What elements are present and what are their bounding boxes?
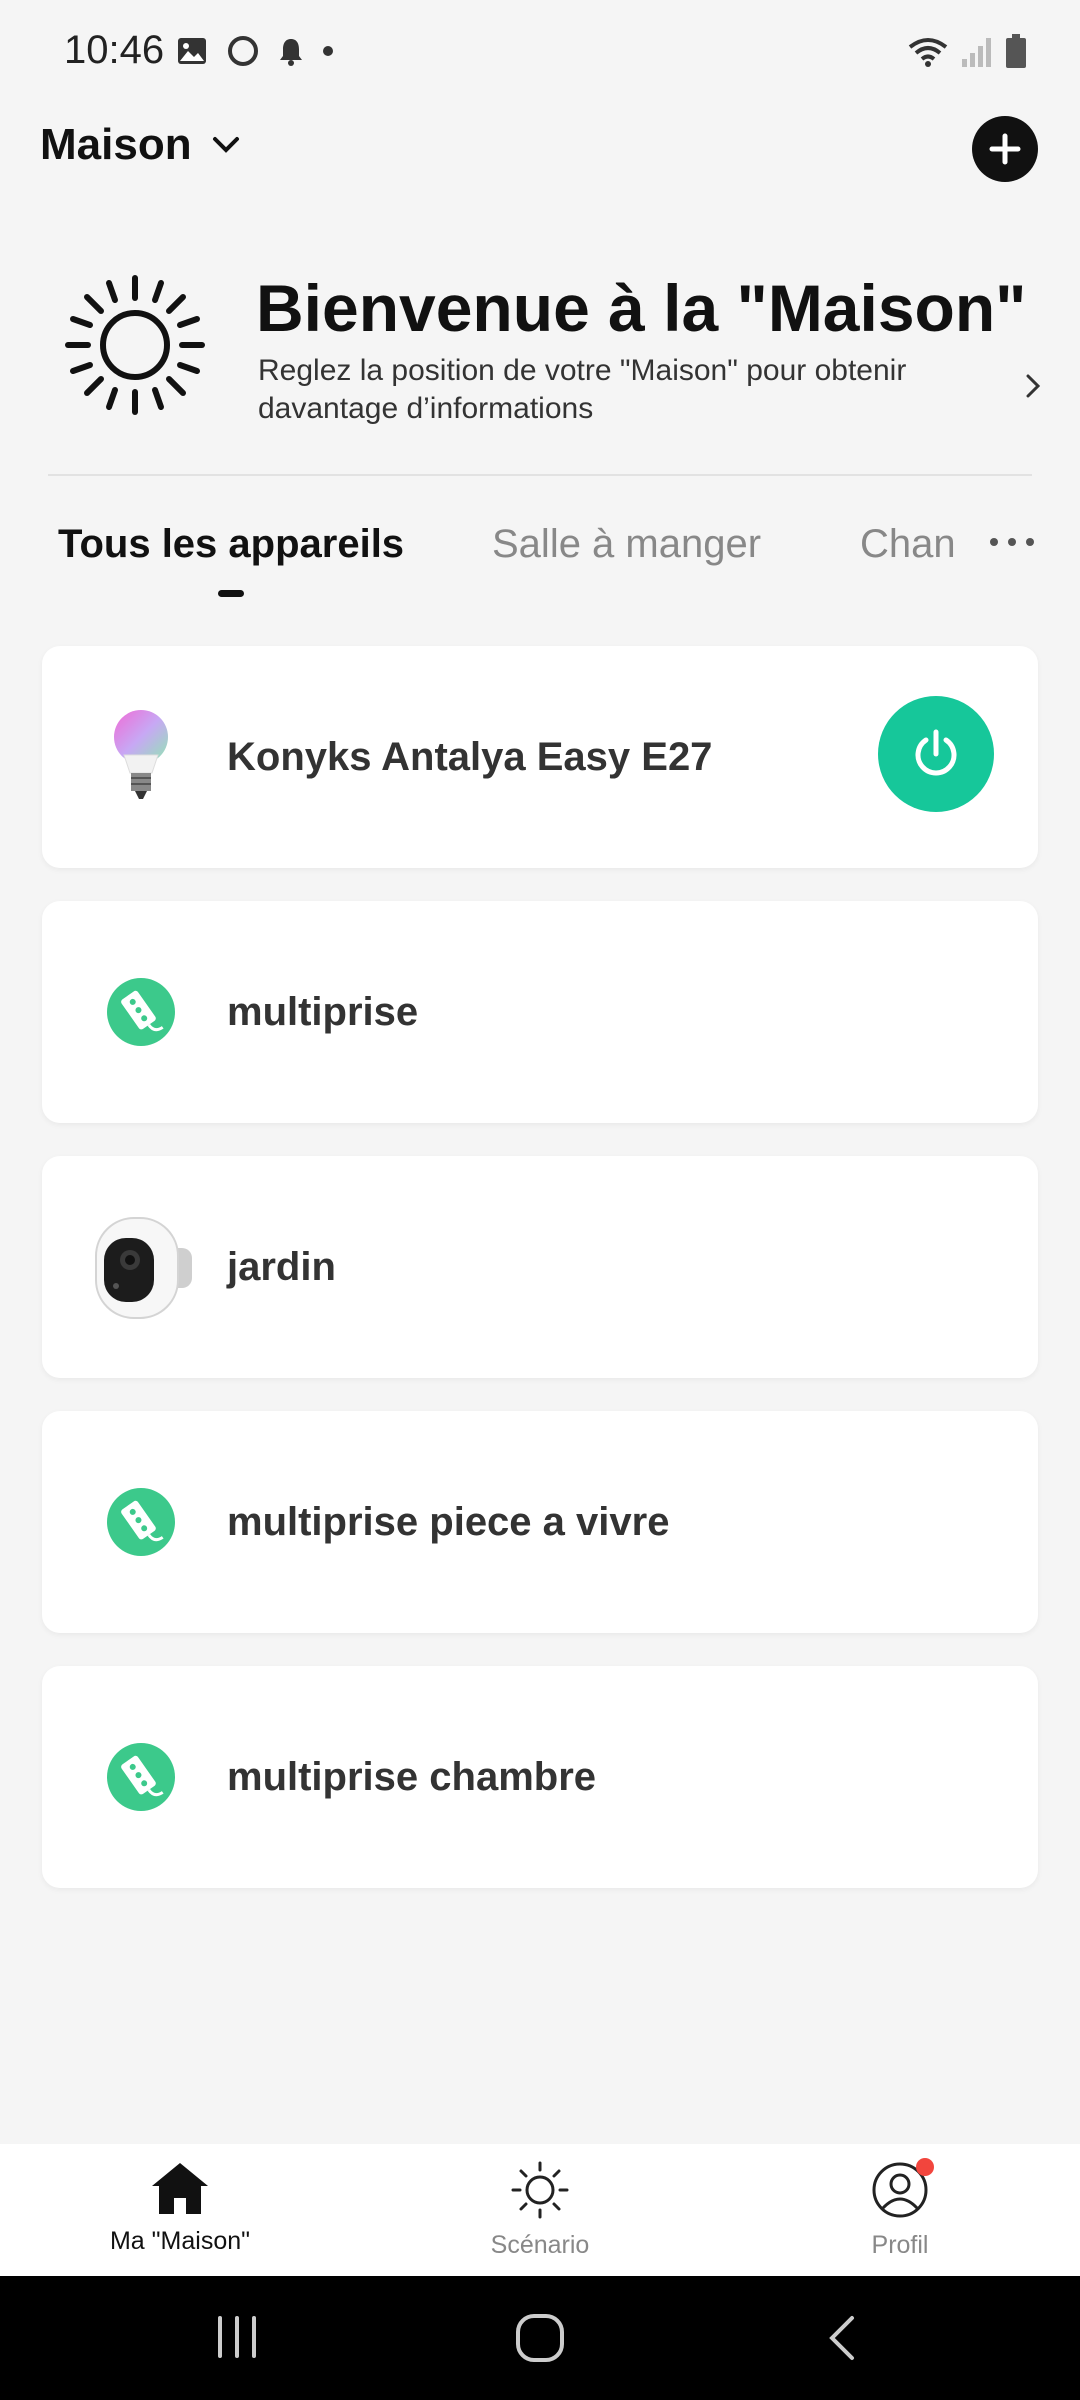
bulb-icon bbox=[96, 710, 186, 802]
wifi-icon bbox=[908, 38, 948, 67]
sun-icon bbox=[65, 275, 205, 415]
chevron-right-icon bbox=[1026, 374, 1041, 398]
signal-icon bbox=[962, 38, 991, 67]
notification-badge bbox=[916, 2158, 934, 2176]
nav-home[interactable]: Ma "Maison" bbox=[50, 2160, 310, 2256]
divider bbox=[48, 474, 1032, 476]
tab-dining-room[interactable]: Salle à manger bbox=[492, 522, 761, 567]
camera-icon bbox=[86, 1208, 206, 1328]
home-selector[interactable]: Maison bbox=[40, 120, 240, 170]
dot-icon bbox=[323, 46, 333, 56]
home-circle-icon[interactable] bbox=[514, 2312, 566, 2364]
circle-app-icon bbox=[228, 36, 258, 66]
device-name: jardin bbox=[227, 1245, 336, 1289]
tab-all-devices[interactable]: Tous les appareils bbox=[58, 522, 404, 567]
nav-profile-label: Profil bbox=[871, 2231, 929, 2259]
room-tabs: Tous les appareils Salle à manger Chan bbox=[0, 510, 1080, 600]
system-nav-bar bbox=[0, 2276, 1080, 2400]
plus-icon bbox=[989, 133, 1021, 165]
welcome-title: Bienvenue à la "Maison" bbox=[256, 271, 1027, 345]
device-list: Konyks Antalya Easy E27 multiprise jardi… bbox=[42, 646, 1038, 1921]
device-name: multiprise bbox=[227, 990, 419, 1034]
welcome-subtitle: Reglez la position de votre "Maison" pou… bbox=[258, 354, 907, 425]
device-card[interactable]: jardin bbox=[42, 1156, 1038, 1378]
power-strip-icon bbox=[96, 1477, 186, 1567]
device-name: multiprise piece a vivre bbox=[227, 1500, 670, 1544]
sun-icon bbox=[511, 2161, 569, 2219]
house-icon bbox=[152, 2163, 208, 2214]
device-name: Konyks Antalya Easy E27 bbox=[227, 735, 713, 779]
device-name: multiprise chambre bbox=[227, 1755, 597, 1799]
nav-home-label: Ma "Maison" bbox=[109, 2227, 250, 2255]
chevron-down-icon bbox=[212, 137, 239, 153]
device-card[interactable]: multiprise chambre bbox=[42, 1666, 1038, 1888]
bottom-nav: Ma "Maison" Scénario Profil bbox=[0, 2144, 1080, 2276]
tab-bedroom[interactable]: Chan bbox=[860, 522, 956, 567]
home-title: Maison bbox=[40, 120, 192, 169]
device-card[interactable]: multiprise bbox=[42, 901, 1038, 1123]
more-dots-icon[interactable] bbox=[990, 538, 1034, 546]
power-icon bbox=[915, 729, 957, 776]
tab-indicator bbox=[218, 590, 244, 597]
nav-scenario-label: Scénario bbox=[490, 2231, 590, 2259]
power-strip-icon bbox=[96, 967, 186, 1057]
nav-profile[interactable]: Profil bbox=[770, 2158, 1030, 2260]
nav-scenario[interactable]: Scénario bbox=[410, 2160, 670, 2260]
device-card[interactable]: Konyks Antalya Easy E27 bbox=[42, 646, 1038, 868]
gallery-icon bbox=[178, 38, 206, 64]
device-card[interactable]: multiprise piece a vivre bbox=[42, 1411, 1038, 1633]
power-button[interactable] bbox=[878, 696, 994, 812]
welcome-banner[interactable]: Bienvenue à la "Maison" Reglez la positi… bbox=[0, 260, 1080, 450]
add-button[interactable] bbox=[972, 116, 1038, 182]
power-strip-icon bbox=[96, 1732, 186, 1822]
bell-icon bbox=[280, 39, 302, 66]
status-time: 10:46 bbox=[64, 28, 165, 72]
status-icons-left bbox=[176, 34, 334, 68]
status-icons-right bbox=[906, 34, 1028, 70]
recents-icon[interactable] bbox=[214, 2312, 260, 2362]
battery-icon bbox=[1006, 34, 1026, 68]
back-icon[interactable] bbox=[824, 2312, 860, 2364]
status-bar: 10:46 bbox=[0, 0, 1080, 110]
